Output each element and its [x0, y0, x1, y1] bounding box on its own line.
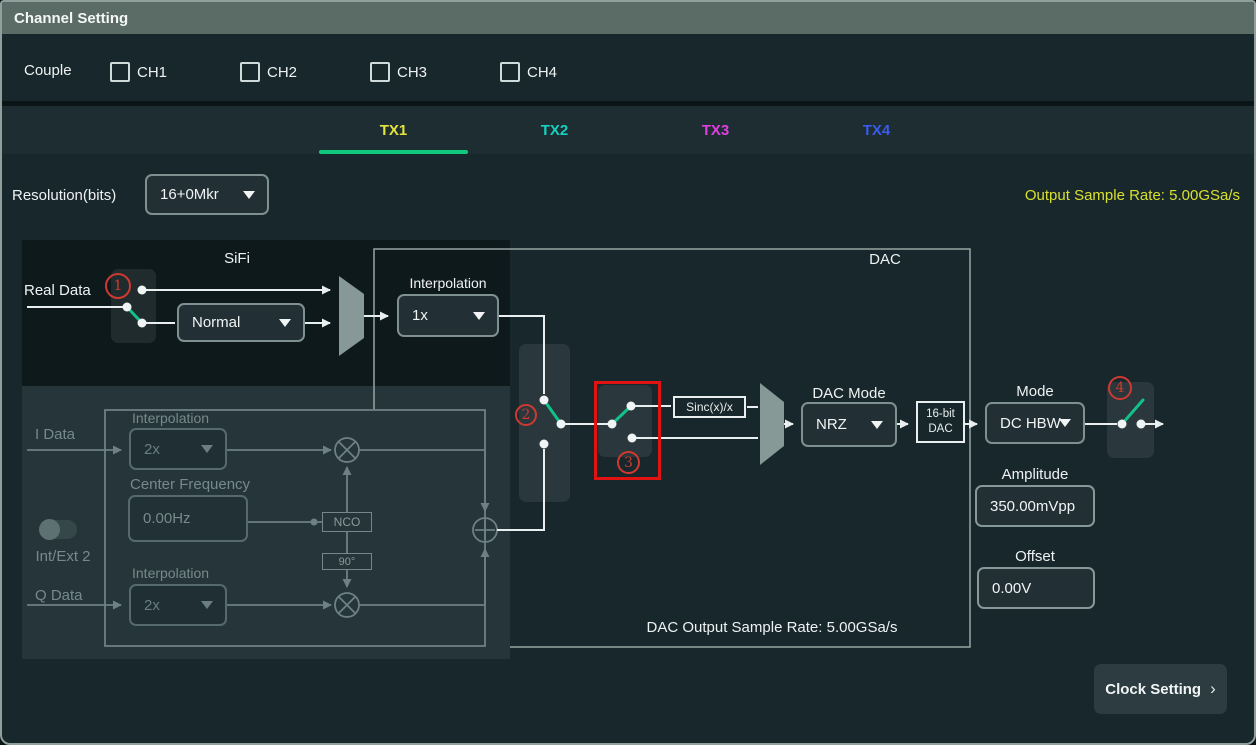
interpolation-label: Interpolation: [388, 275, 508, 291]
clock-setting-button[interactable]: Clock Setting ›: [1094, 664, 1227, 714]
dac-16bit-line1: 16-bit: [926, 407, 955, 422]
checkbox-ch1-box[interactable]: [110, 62, 130, 82]
q-data-label: Q Data: [35, 587, 83, 604]
checkbox-ch4-label: CH4: [527, 64, 557, 81]
interpolation-dropdown[interactable]: 1x: [397, 294, 499, 337]
checkbox-ch3-box[interactable]: [370, 62, 390, 82]
checkbox-ch4[interactable]: CH4: [500, 62, 557, 82]
checkbox-ch3[interactable]: CH3: [370, 62, 427, 82]
chevron-down-icon: [871, 421, 883, 429]
chevron-right-icon: ›: [1210, 679, 1216, 699]
i-interpolation-dropdown[interactable]: 2x: [129, 428, 227, 470]
q-interpolation-label: Interpolation: [132, 565, 209, 581]
chevron-down-icon: [201, 601, 213, 609]
chevron-down-icon: [473, 312, 485, 320]
channel-setting-window: Channel Setting Couple CH1 CH2 CH3 CH4 T…: [0, 0, 1256, 745]
q-interpolation-dropdown[interactable]: 2x: [129, 584, 227, 626]
sifi-mode-dropdown[interactable]: Normal: [177, 303, 305, 342]
checkbox-ch1[interactable]: CH1: [110, 62, 167, 82]
int-ext-label: Int/Ext 2: [28, 548, 98, 565]
iq-panel-disabled: [22, 386, 510, 659]
resolution-dropdown[interactable]: 16+0Mkr: [145, 174, 269, 215]
toggle-knob-icon: [39, 519, 60, 540]
amplitude-field[interactable]: 350.00mVpp: [975, 485, 1095, 527]
sifi-mode-value: Normal: [192, 314, 240, 331]
clock-setting-label: Clock Setting: [1105, 681, 1201, 698]
tab-tx1[interactable]: TX1: [313, 106, 474, 154]
phase-90-block: 90°: [322, 553, 372, 570]
dac-mode-value: NRZ: [816, 416, 847, 433]
amplitude-value: 350.00mVpp: [990, 498, 1075, 515]
int-ext-toggle[interactable]: [40, 520, 77, 539]
annotation-2: 2: [515, 404, 537, 426]
tab-tx3[interactable]: TX3: [635, 106, 796, 154]
real-data-label: Real Data: [24, 282, 91, 299]
center-frequency-field[interactable]: 0.00Hz: [128, 495, 248, 542]
couple-label: Couple: [24, 62, 72, 79]
sifi-title: SiFi: [202, 250, 272, 267]
resolution-value: 16+0Mkr: [160, 186, 219, 203]
resolution-label: Resolution(bits): [12, 187, 116, 204]
dac-output-rate: DAC Output Sample Rate: 5.00GSa/s: [562, 619, 982, 636]
output-sample-rate: Output Sample Rate: 5.00GSa/s: [1025, 187, 1240, 204]
dac-mux-icon: [760, 383, 784, 465]
offset-label: Offset: [975, 548, 1095, 565]
offset-field[interactable]: 0.00V: [977, 567, 1095, 609]
annotation-3: 3: [617, 451, 640, 474]
checkbox-ch2[interactable]: CH2: [240, 62, 297, 82]
dac-mode-label: DAC Mode: [789, 385, 909, 402]
mode-value: DC HBW: [1000, 415, 1061, 432]
tab-tx2[interactable]: TX2: [474, 106, 635, 154]
mode-label: Mode: [975, 383, 1095, 400]
window-title: Channel Setting: [2, 2, 1254, 34]
switch-3-sinc-select[interactable]: [598, 385, 652, 457]
offset-value: 0.00V: [992, 580, 1031, 597]
chevron-down-icon: [201, 445, 213, 453]
checkbox-ch4-box[interactable]: [500, 62, 520, 82]
dac-title: DAC: [855, 251, 915, 268]
dac-mode-dropdown[interactable]: NRZ: [801, 402, 897, 447]
annotation-1: 1: [105, 273, 131, 299]
center-frequency-value: 0.00Hz: [143, 510, 191, 527]
tx-tab-bar: TX1 TX2 TX3 TX4: [2, 106, 1254, 154]
dac-16bit-block: 16-bit DAC: [916, 401, 965, 443]
checkbox-ch2-box[interactable]: [240, 62, 260, 82]
i-data-label: I Data: [35, 426, 75, 443]
checkbox-ch3-label: CH3: [397, 64, 427, 81]
mode-dropdown[interactable]: DC HBW: [985, 402, 1085, 444]
sinc-filter-block: Sinc(x)/x: [673, 396, 746, 418]
chevron-down-icon: [279, 319, 291, 327]
chevron-down-icon: [1059, 419, 1071, 427]
checkbox-ch1-label: CH1: [137, 64, 167, 81]
q-interpolation-value: 2x: [144, 597, 160, 614]
dac-16bit-line2: DAC: [928, 422, 952, 437]
nco-block: NCO: [322, 512, 372, 532]
annotation-4: 4: [1108, 376, 1132, 400]
i-interpolation-label: Interpolation: [132, 410, 209, 426]
tab-tx4[interactable]: TX4: [796, 106, 957, 154]
i-interpolation-value: 2x: [144, 441, 160, 458]
chevron-down-icon: [243, 191, 255, 199]
center-frequency-label: Center Frequency: [130, 476, 250, 493]
amplitude-label: Amplitude: [975, 466, 1095, 483]
interpolation-value: 1x: [412, 307, 428, 324]
checkbox-ch2-label: CH2: [267, 64, 297, 81]
